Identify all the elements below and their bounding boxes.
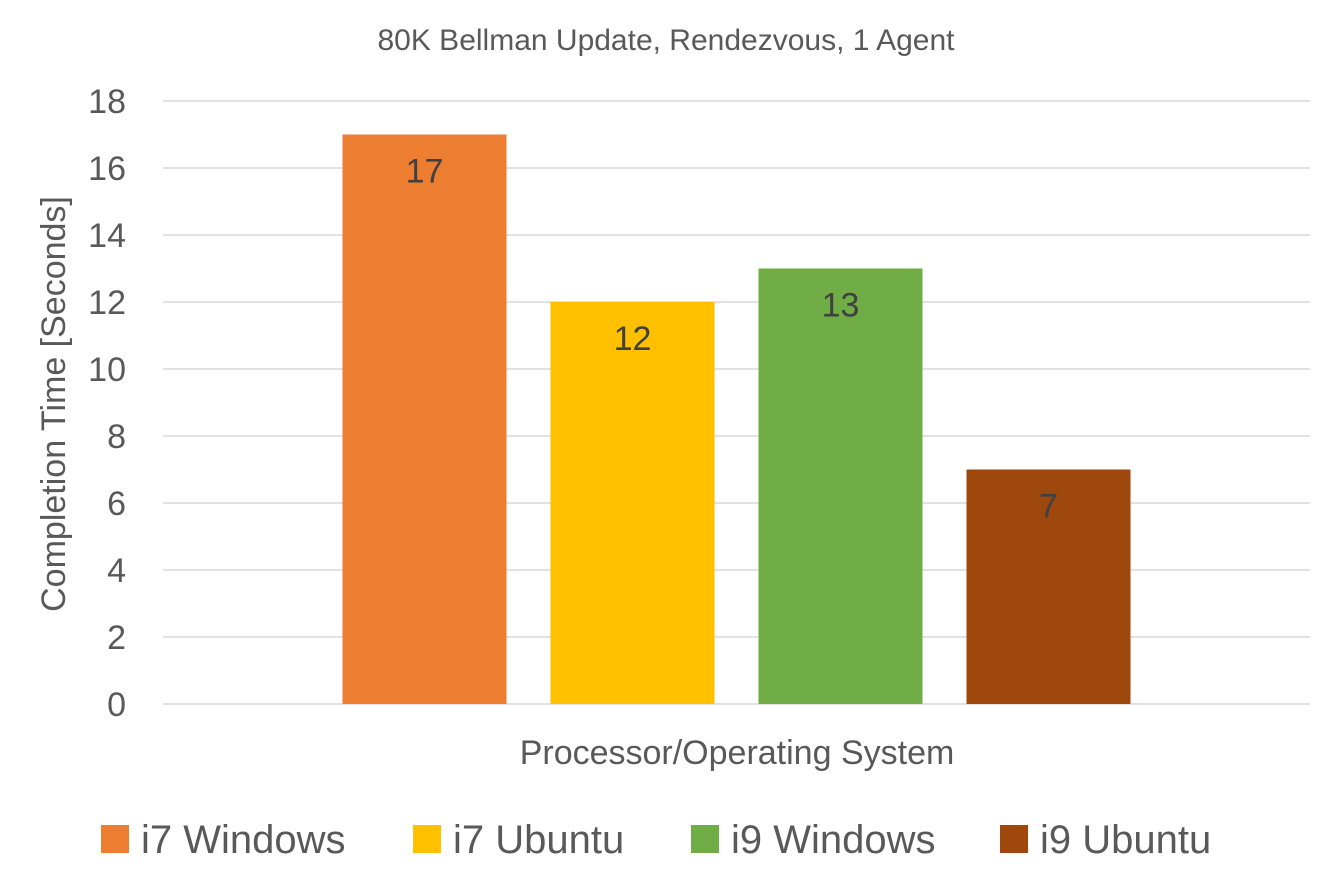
y-axis-ticks: 0 2 4 6 8 10 12 14 16 18 bbox=[88, 83, 126, 724]
y-tick-label: 0 bbox=[107, 686, 126, 724]
legend-label: i9 Ubuntu bbox=[1040, 818, 1211, 862]
data-label: 12 bbox=[614, 320, 652, 358]
legend-swatch bbox=[413, 825, 441, 853]
y-tick-label: 2 bbox=[107, 619, 126, 657]
y-axis-label: Completion Time [Seconds] bbox=[35, 196, 73, 612]
chart-title: 80K Bellman Update, Rendezvous, 1 Agent bbox=[377, 24, 955, 57]
gridlines bbox=[163, 100, 1310, 705]
bar-chart: 80K Bellman Update, Rendezvous, 1 Agent … bbox=[35, 24, 1310, 862]
y-tick-label: 10 bbox=[88, 351, 126, 389]
legend-label: i9 Windows bbox=[731, 818, 936, 862]
legend-swatch bbox=[691, 825, 719, 853]
legend-item: i7 Windows bbox=[101, 818, 346, 862]
legend: i7 Windows i7 Ubuntu i9 Windows i9 Ubuntu bbox=[101, 818, 1211, 862]
data-label: 7 bbox=[1039, 488, 1058, 526]
legend-swatch bbox=[101, 825, 129, 853]
y-tick-label: 6 bbox=[107, 485, 126, 523]
data-label: 13 bbox=[822, 287, 860, 325]
legend-item: i9 Windows bbox=[691, 818, 936, 862]
legend-label: i7 Ubuntu bbox=[453, 818, 624, 862]
y-tick-label: 18 bbox=[88, 83, 126, 121]
y-tick-label: 14 bbox=[88, 217, 126, 255]
bar-i7-ubuntu bbox=[550, 302, 715, 704]
bar-i9-windows bbox=[758, 268, 923, 704]
data-label: 17 bbox=[406, 153, 444, 191]
bars bbox=[342, 134, 1131, 704]
y-tick-label: 12 bbox=[88, 284, 126, 322]
legend-label: i7 Windows bbox=[141, 818, 346, 862]
y-tick-label: 4 bbox=[107, 552, 126, 590]
legend-item: i9 Ubuntu bbox=[1000, 818, 1211, 862]
legend-item: i7 Ubuntu bbox=[413, 818, 624, 862]
legend-swatch bbox=[1000, 825, 1028, 853]
y-tick-label: 16 bbox=[88, 150, 126, 188]
bar-i7-windows bbox=[342, 134, 507, 704]
x-axis-label: Processor/Operating System bbox=[520, 734, 955, 772]
y-tick-label: 8 bbox=[107, 418, 126, 456]
